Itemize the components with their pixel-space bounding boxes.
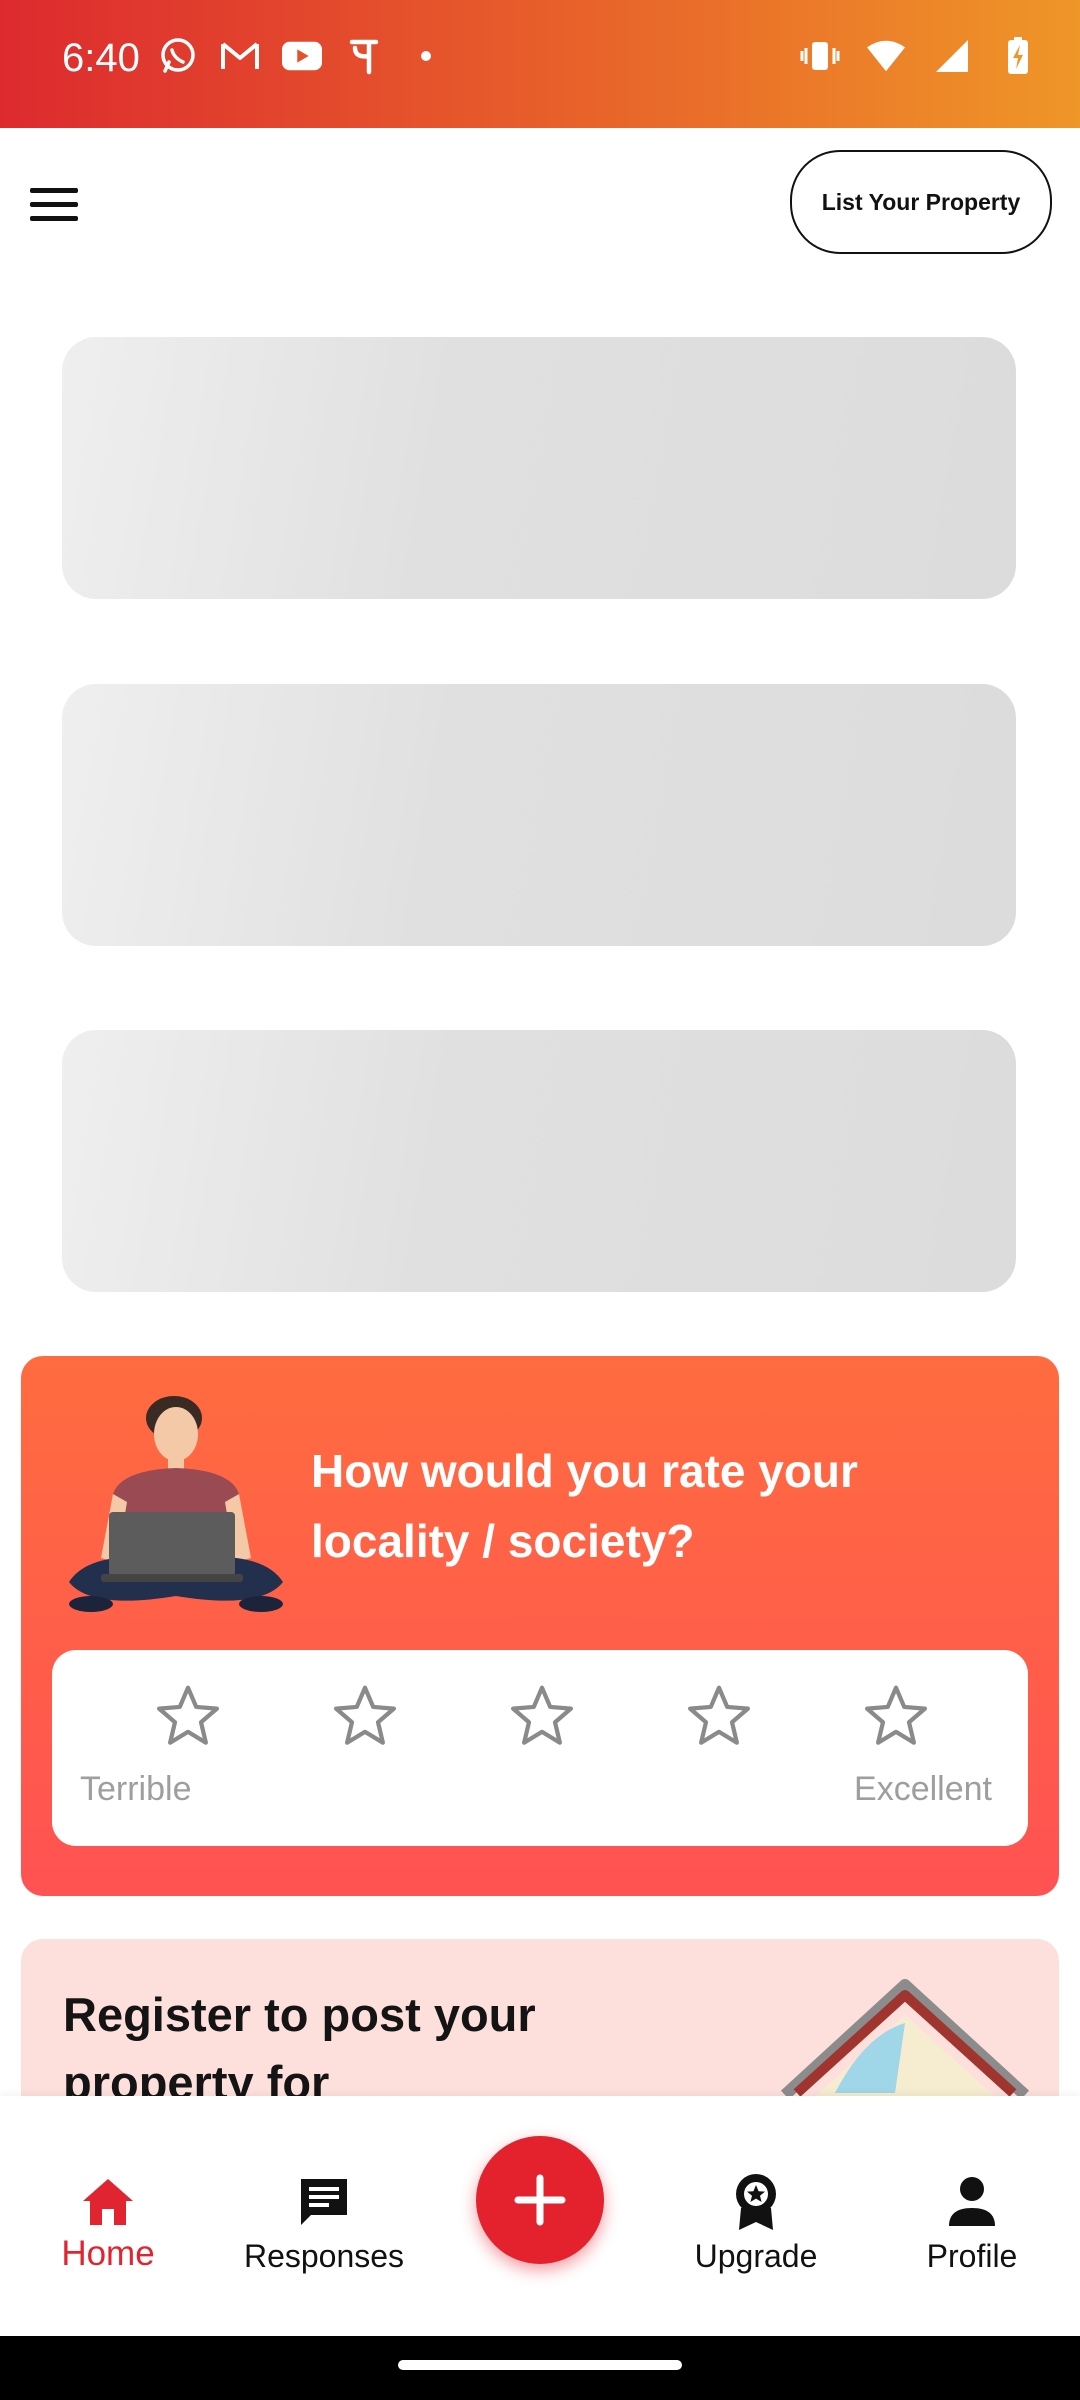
- youtube-icon: [282, 36, 322, 76]
- hamburger-menu-icon[interactable]: [30, 172, 94, 236]
- star-rating: [152, 1680, 932, 1752]
- vibrate-icon: [800, 36, 840, 76]
- star-icon[interactable]: [152, 1680, 224, 1752]
- nav-profile[interactable]: Profile: [872, 2096, 1072, 2336]
- nav-label: Profile: [926, 2238, 1018, 2274]
- list-your-property-button[interactable]: List Your Property: [790, 150, 1052, 254]
- nav-label: Upgrade: [694, 2238, 818, 2274]
- signal-icon: [932, 36, 972, 76]
- whatsapp-icon: [158, 36, 198, 76]
- app-header: List Your Property: [0, 128, 1080, 278]
- rating-box: Terrible Excellent: [52, 1650, 1028, 1846]
- locality-rating-card: How would you rate your locality / socie…: [21, 1356, 1059, 1896]
- plus-icon: [514, 2174, 566, 2226]
- nav-label: Home: [61, 2234, 155, 2273]
- loading-skeleton-card: [62, 684, 1016, 946]
- person-icon: [942, 2172, 1002, 2232]
- nav-upgrade[interactable]: Upgrade: [656, 2096, 856, 2336]
- nav-home[interactable]: Home: [8, 2096, 208, 2336]
- bottom-navigation: Home Responses Upgrade Profile: [0, 2096, 1080, 2336]
- rating-label-high: Excellent: [854, 1770, 992, 1808]
- nav-responses[interactable]: Responses: [224, 2096, 424, 2336]
- star-icon[interactable]: [683, 1680, 755, 1752]
- star-icon[interactable]: [860, 1680, 932, 1752]
- star-icon[interactable]: [329, 1680, 401, 1752]
- status-time: 6:40: [62, 36, 140, 80]
- person-with-laptop-illustration: [61, 1382, 291, 1622]
- award-badge-icon: [726, 2172, 786, 2232]
- phonepe-icon: [344, 36, 384, 76]
- status-bar: 6:40: [0, 0, 1080, 128]
- star-icon[interactable]: [506, 1680, 578, 1752]
- rating-question: How would you rate your locality / socie…: [311, 1445, 858, 1567]
- dot-icon: [406, 36, 446, 76]
- nav-label: Responses: [243, 2238, 405, 2274]
- gmail-icon: [220, 36, 260, 76]
- loading-skeleton-card: [62, 337, 1016, 599]
- battery-charging-icon: [998, 36, 1038, 76]
- gesture-handle[interactable]: [398, 2360, 682, 2370]
- rating-label-low: Terrible: [80, 1770, 192, 1808]
- home-icon: [78, 2172, 138, 2232]
- loading-skeleton-card: [62, 1030, 1016, 1292]
- system-icons: [800, 36, 1038, 76]
- wifi-icon: [866, 36, 906, 76]
- add-post-button[interactable]: [476, 2136, 604, 2264]
- notification-icons: [158, 36, 446, 76]
- chat-message-icon: [294, 2172, 354, 2232]
- system-gesture-bar: [0, 2336, 1080, 2400]
